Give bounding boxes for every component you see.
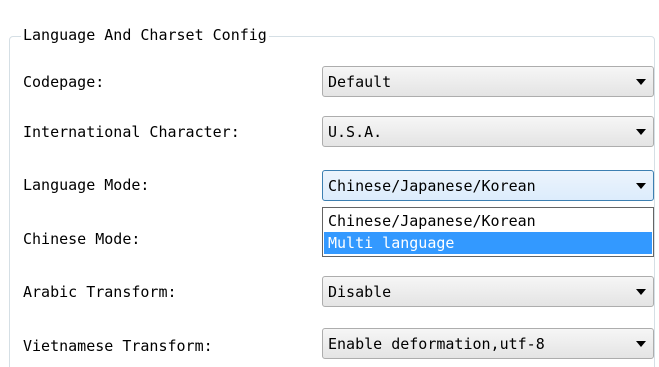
arabic-transform-select[interactable]: Disable <box>322 276 654 307</box>
international-character-label: International Character: <box>23 123 240 141</box>
chevron-down-icon[interactable] <box>636 183 646 189</box>
arabic-transform-label: Arabic Transform: <box>23 283 177 301</box>
international-character-select[interactable]: U.S.A. <box>322 116 654 147</box>
vietnamese-transform-select[interactable]: Enable deformation,utf-8 <box>322 328 654 359</box>
dropdown-option-chinese-japanese-korean[interactable]: Chinese/Japanese/Korean <box>324 210 652 232</box>
language-mode-select[interactable]: Chinese/Japanese/Korean <box>322 170 654 201</box>
group-title: Language And Charset Config <box>21 25 269 45</box>
codepage-select[interactable]: Default <box>322 66 654 97</box>
chinese-mode-label: Chinese Mode: <box>23 230 141 248</box>
language-mode-dropdown-list: Chinese/Japanese/Korean Multi language <box>322 207 654 257</box>
chevron-down-icon[interactable] <box>636 129 646 135</box>
codepage-label: Codepage: <box>23 73 105 91</box>
language-mode-label: Language Mode: <box>23 176 150 194</box>
codepage-value: Default <box>328 73 392 91</box>
vietnamese-transform-label: Vietnamese Transform: <box>23 337 213 355</box>
language-mode-value: Chinese/Japanese/Korean <box>328 177 536 195</box>
arabic-transform-value: Disable <box>328 283 392 301</box>
chevron-down-icon[interactable] <box>636 289 646 295</box>
dropdown-option-multi-language[interactable]: Multi language <box>324 232 652 254</box>
international-character-value: U.S.A. <box>328 123 383 141</box>
chevron-down-icon[interactable] <box>636 341 646 347</box>
vietnamese-transform-value: Enable deformation,utf-8 <box>328 335 545 353</box>
chevron-down-icon[interactable] <box>636 79 646 85</box>
